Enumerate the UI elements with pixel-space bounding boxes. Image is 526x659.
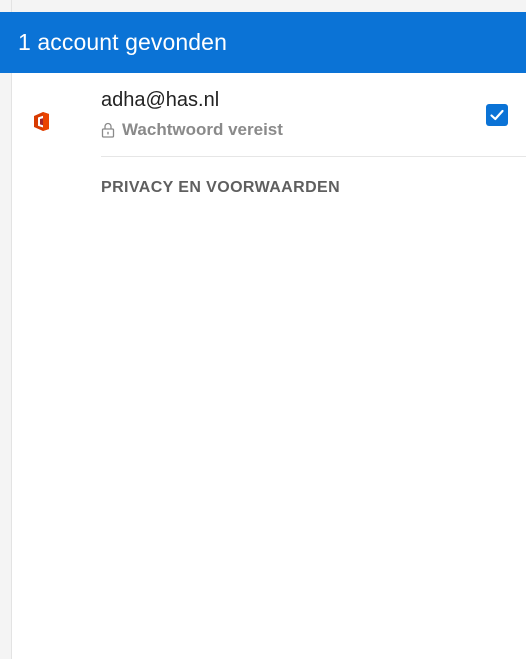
lock-icon [101,122,115,138]
privacy-terms-link[interactable]: PRIVACY EN VOORWAARDEN [101,179,340,197]
account-status: Wachtwoord vereist [101,120,283,140]
top-strip [0,0,526,12]
left-edge [0,0,12,659]
page-header: 1 account gevonden [0,12,526,73]
account-row[interactable]: adha@has.nl Wachtwoord vereist [12,73,526,156]
account-status-text: Wachtwoord vereist [122,120,283,139]
microsoft-office-icon [34,112,49,131]
account-discovery-screen: 1 account gevonden adha@has.nl Wachtwoor… [0,0,526,659]
account-select-checkbox[interactable] [486,104,508,126]
checkmark-icon [490,109,504,121]
page-title: 1 account gevonden [18,29,227,55]
divider [101,156,526,157]
account-email: adha@has.nl [101,89,220,111]
account-list: adha@has.nl Wachtwoord vereist PRIVACY E… [12,73,526,659]
